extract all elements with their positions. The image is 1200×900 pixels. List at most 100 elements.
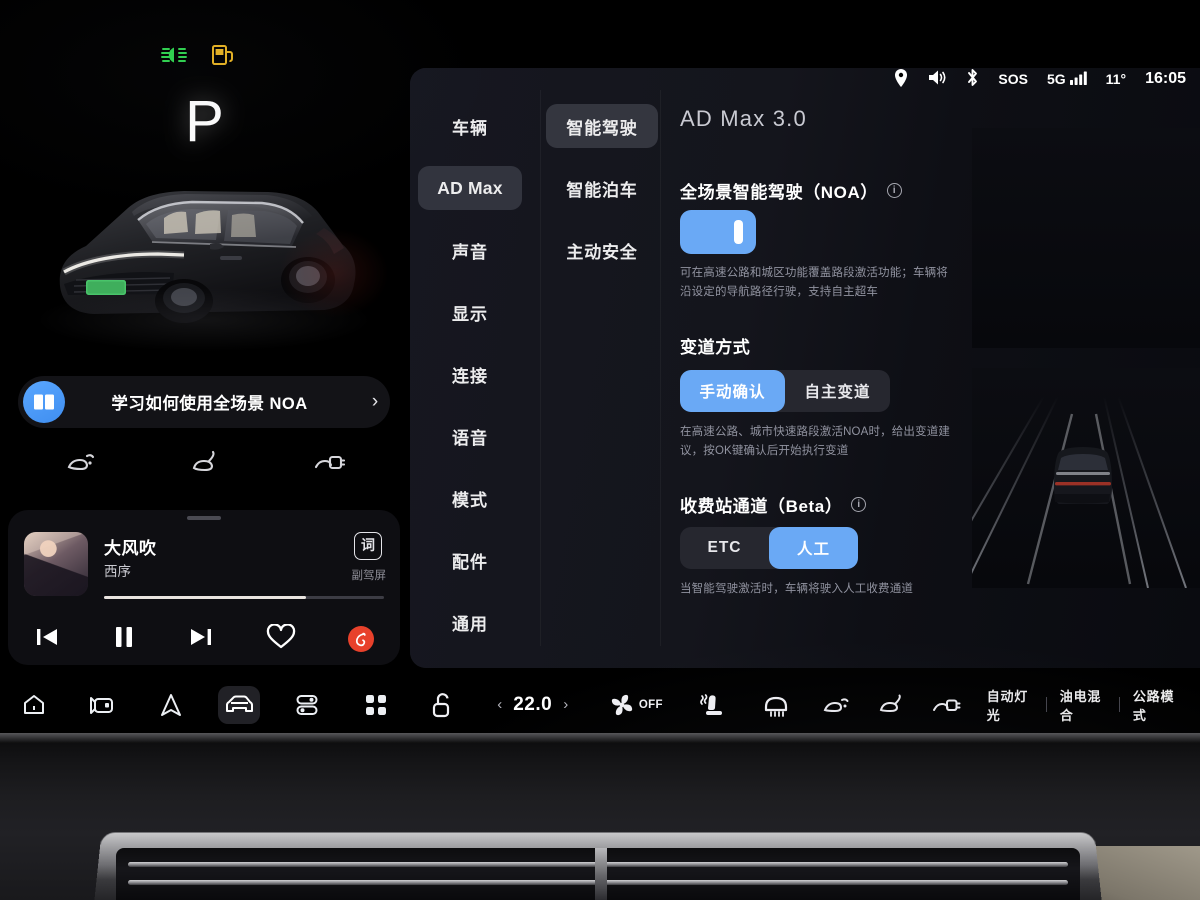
headlight-beam-icon[interactable] <box>63 450 97 479</box>
drive-mode-item[interactable]: 油电混合 <box>1047 686 1119 724</box>
dock-car-button[interactable] <box>218 685 261 724</box>
dock-navigation-button[interactable] <box>150 686 192 724</box>
dock-apps-button[interactable] <box>355 686 397 724</box>
noa-tutorial-card[interactable]: 学习如何使用全场景 NOA › <box>18 376 390 428</box>
section-description-lanechange: 在高速公路、城市快速路段激活NOA时，给出变道建议，按OK键确认后开始执行变道 <box>680 426 951 457</box>
settings-nav-label: 车辆 <box>452 118 488 138</box>
dock-home-button[interactable] <box>13 686 55 724</box>
netease-music-button[interactable] <box>348 626 374 652</box>
rear-defrost-icon[interactable] <box>744 693 808 717</box>
brake-warning-indicator <box>0 40 24 66</box>
settings-nav-item[interactable]: AD Max <box>418 166 522 210</box>
media-controls <box>8 618 400 660</box>
progress-track[interactable] <box>104 596 384 599</box>
settings-secondary-nav: 智能驾驶智能泊车主动安全 <box>542 68 660 668</box>
media-player-card[interactable]: 大风吹 西序 词 副驾屏 <box>8 510 400 665</box>
fog-light-icon[interactable] <box>863 694 918 716</box>
segmented-option[interactable]: ETC <box>680 527 769 569</box>
drag-handle[interactable] <box>187 516 221 520</box>
previous-track-button[interactable] <box>34 625 60 654</box>
speaker-icon[interactable] <box>927 69 947 89</box>
air-vent-assembly <box>94 832 1102 900</box>
noa-toggle[interactable] <box>680 210 756 254</box>
settings-nav-label: 模式 <box>452 490 488 510</box>
headlight-beam-icon[interactable] <box>808 694 863 716</box>
settings-nav-item[interactable]: 显示 <box>418 290 522 334</box>
settings-nav-item[interactable]: 配件 <box>418 538 522 582</box>
section-description-noa: 可在高速公路和城区功能覆盖路段激活功能；车辆将沿设定的导航路径行驶，支持自主超车 <box>680 267 948 298</box>
settings-nav-item[interactable]: 通用 <box>418 600 522 644</box>
settings-nav-label: 显示 <box>452 304 488 324</box>
lane-change-mode-segmented[interactable]: 手动确认 自主变道 <box>680 370 890 412</box>
fan-control[interactable]: OFF <box>591 692 680 718</box>
progress-fill <box>104 596 306 599</box>
settings-nav-item[interactable]: 声音 <box>418 228 522 272</box>
instrument-cluster-panel: P 学习如何使用全场景 NOA › 大风吹 西序 词 副驾屏 <box>0 0 410 733</box>
unlock-icon[interactable] <box>410 692 474 718</box>
info-icon[interactable]: i <box>851 497 867 512</box>
navigation-dock <box>0 676 410 733</box>
settings-nav-label: 连接 <box>452 366 488 386</box>
section-label: 全场景智能驾驶（NOA） <box>680 183 878 202</box>
center-display-screen: P 学习如何使用全场景 NOA › 大风吹 西序 词 副驾屏 车辆 AD Max… <box>0 0 1200 733</box>
pause-button[interactable] <box>112 624 136 655</box>
clock: 16:05 <box>1145 70 1186 87</box>
status-bar: SOS 5G 11° 16:05 <box>894 62 1186 96</box>
fog-light-icon[interactable] <box>187 450 221 479</box>
settings-primary-nav: 车辆 AD Max 声音显示连接语音模式配件通用 <box>410 68 530 668</box>
signal-bars-icon <box>1069 71 1087 88</box>
passenger-screen-label: 副驾屏 <box>351 570 387 582</box>
dock-dashcam-button[interactable] <box>81 686 123 724</box>
book-icon <box>23 381 65 423</box>
segmented-option[interactable]: 自主变道 <box>785 370 890 412</box>
drive-mode-item[interactable]: 自动灯光 <box>974 686 1046 724</box>
climate-control-bar: ‹ 22.0 › OFF 自动灯光 油电混合 公路模式 <box>410 676 1200 733</box>
section-heading-noa: 全场景智能驾驶（NOA） i <box>680 178 902 203</box>
section-heading-lanechange: 变道方式 <box>680 333 750 358</box>
fan-state-label: OFF <box>638 698 663 711</box>
lane-visualization-lanechange <box>972 368 1200 588</box>
fuel-low-indicator <box>210 42 236 68</box>
sos-label[interactable]: SOS <box>998 71 1028 87</box>
dock-controls-button[interactable] <box>286 686 328 724</box>
screen-bezel-edge <box>0 733 1200 743</box>
section-description-toll: 当智能驾驶激活时，车辆将驶入人工收费通道 <box>680 583 913 595</box>
toll-lane-segmented[interactable]: ETC 人工 <box>680 527 858 569</box>
location-pin-icon[interactable] <box>894 68 908 90</box>
settings-nav-label: 通用 <box>452 614 488 634</box>
settings-nav-label: 声音 <box>452 242 488 262</box>
temperature-control[interactable]: ‹ 22.0 › <box>474 694 591 716</box>
info-icon[interactable]: i <box>886 183 902 198</box>
settings-subnav-label: 智能驾驶 <box>566 118 638 138</box>
temp-decrease-button[interactable]: ‹ <box>497 696 502 713</box>
lyrics-button[interactable]: 词 <box>354 532 382 560</box>
settings-subnav-item[interactable]: 智能驾驶 <box>546 104 658 148</box>
album-art <box>24 532 88 596</box>
settings-subnav-label: 主动安全 <box>566 242 638 262</box>
settings-subnav-item[interactable]: 主动安全 <box>546 228 658 272</box>
track-artist: 西序 <box>104 564 131 579</box>
drive-mode-item[interactable]: 公路模式 <box>1120 686 1192 724</box>
settings-nav-item[interactable]: 语音 <box>418 414 522 458</box>
track-title: 大风吹 <box>104 539 157 558</box>
settings-nav-item[interactable]: 连接 <box>418 352 522 396</box>
settings-subnav-item[interactable]: 智能泊车 <box>546 166 658 210</box>
segmented-option[interactable]: 手动确认 <box>680 370 785 412</box>
vehicle-render <box>24 168 389 353</box>
settings-nav-item[interactable]: 车辆 <box>418 104 522 148</box>
charge-plug-icon[interactable] <box>919 694 974 716</box>
temperature-value: 22.0 <box>513 693 553 715</box>
page-title: AD Max 3.0 <box>680 106 807 131</box>
bluetooth-icon[interactable] <box>966 68 979 90</box>
chevron-right-icon: › <box>371 391 379 412</box>
favorite-heart-button[interactable] <box>266 622 296 655</box>
outside-temperature: 11° <box>1105 71 1127 87</box>
temp-increase-button[interactable]: › <box>563 696 568 713</box>
settings-panel: 车辆 AD Max 声音显示连接语音模式配件通用 智能驾驶智能泊车主动安全 AD M… <box>410 68 1200 668</box>
charge-plug-icon[interactable] <box>311 450 346 479</box>
segmented-option[interactable]: 人工 <box>769 527 858 569</box>
next-track-button[interactable] <box>188 625 214 654</box>
settings-nav-item[interactable]: 模式 <box>418 476 522 520</box>
seat-heater-icon[interactable] <box>680 692 744 718</box>
settings-nav-label: 配件 <box>452 552 488 572</box>
